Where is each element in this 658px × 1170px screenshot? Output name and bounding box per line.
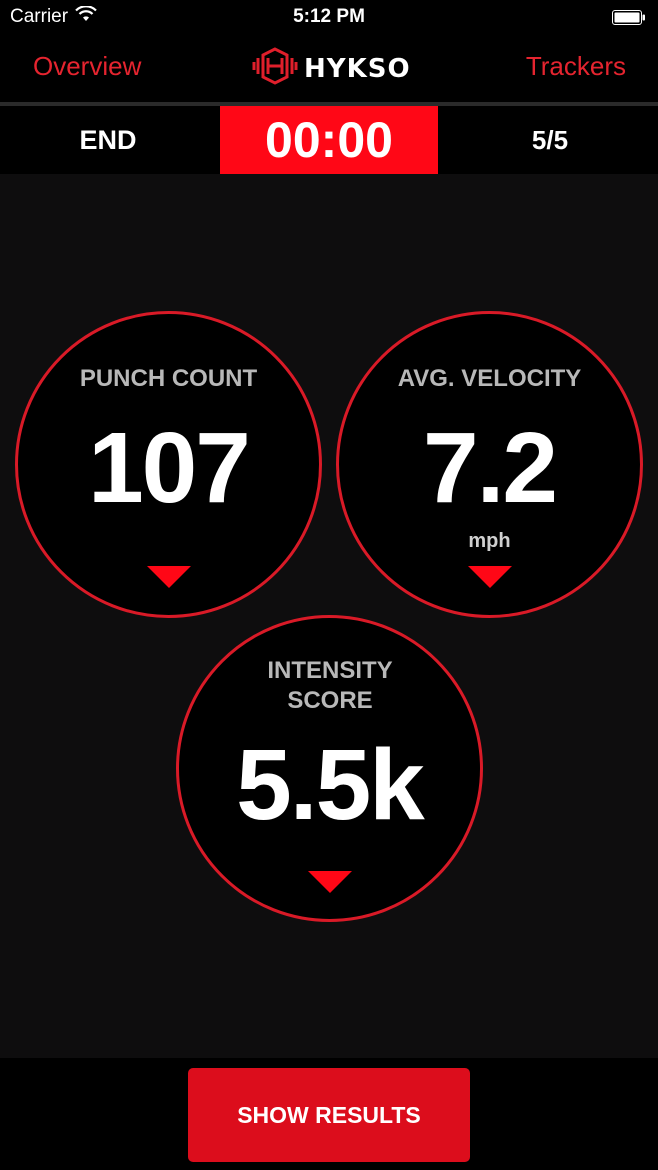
caret-down-icon[interactable] — [467, 566, 512, 588]
round-timer: 00:00 — [220, 106, 438, 174]
overview-button[interactable]: Overview — [33, 51, 141, 82]
intensity-score-value: 5.5k — [236, 729, 425, 841]
intensity-score-label: INTENSITY SCORE — [267, 657, 393, 714]
punch-count-value: 107 — [88, 412, 251, 524]
punch-count-label: PUNCH COUNT — [79, 365, 258, 392]
navigation-bar: Overview HYKSO Trackers — [0, 34, 658, 102]
logo-text: HYKSO — [304, 53, 411, 84]
battery-icon — [612, 9, 646, 25]
show-results-button[interactable]: SHOW RESULTS — [188, 1068, 470, 1162]
trackers-button[interactable]: Trackers — [526, 51, 626, 82]
avg-velocity-unit: mph — [468, 530, 511, 552]
avg-velocity-value: 7.2 — [422, 412, 558, 524]
hykso-logo: HYKSO — [252, 46, 411, 91]
intensity-score-card[interactable]: INTENSITY SCORE 5.5k — [176, 615, 483, 922]
app-screen: Carrier 5:12 PM Overview HYKSO Trackers … — [0, 0, 658, 1170]
end-button[interactable]: END — [48, 106, 168, 174]
hykso-logo-icon — [252, 46, 298, 91]
status-time: 5:12 PM — [293, 6, 365, 27]
caret-down-icon[interactable] — [307, 871, 352, 893]
status-bar: Carrier 5:12 PM — [0, 0, 658, 34]
round-counter: 5/5 — [531, 124, 569, 155]
metrics-area: PUNCH COUNT 107 AVG. VELOCITY 7.2 mph IN… — [0, 174, 658, 1058]
caret-down-icon[interactable] — [146, 566, 191, 588]
avg-velocity-label: AVG. VELOCITY — [397, 365, 582, 392]
avg-velocity-card[interactable]: AVG. VELOCITY 7.2 mph — [336, 311, 643, 618]
punch-count-card[interactable]: PUNCH COUNT 107 — [15, 311, 322, 618]
timer-bar: END 00:00 5/5 — [0, 106, 658, 174]
bottom-bar: SHOW RESULTS — [0, 1058, 658, 1170]
